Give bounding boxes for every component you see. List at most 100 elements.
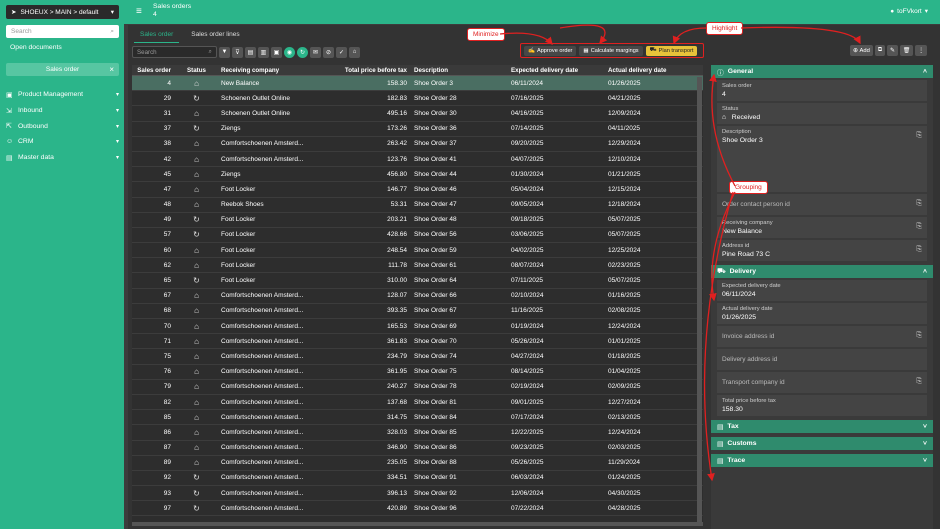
group-icon[interactable]: ◉ bbox=[284, 46, 295, 58]
add-button[interactable]: ⊕ Add bbox=[850, 45, 873, 56]
column-header[interactable]: Sales order bbox=[132, 67, 175, 74]
delivery-address-field[interactable]: Delivery address id bbox=[717, 349, 927, 370]
status-field[interactable]: Status ⌂ Received bbox=[717, 103, 927, 124]
delete-icon[interactable]: 🗑 bbox=[899, 45, 914, 56]
table-row[interactable]: 93 ↻ Comfortschoenen Amsterd... 396.13 Shoe … bbox=[132, 486, 703, 502]
table-row[interactable]: 70 ⌂ Comfortschoenen Amsterd... 165.53 Shoe … bbox=[132, 319, 703, 335]
table-row[interactable]: 79 ⌂ Comfortschoenen Amsterd... 240.27 Shoe … bbox=[132, 380, 703, 395]
table-cell: Shoe Order 59 bbox=[414, 246, 457, 254]
table-row[interactable]: 82 ⌂ Comfortschoenen Amsterd... 137.68 Shoe … bbox=[132, 395, 703, 411]
sales-order-field[interactable]: Sales order 4 bbox=[717, 80, 927, 101]
open-document-sales-order[interactable]: Sales order × bbox=[6, 63, 119, 76]
table-row[interactable]: 49 ↻ Foot Locker 203.21 Shoe Order 48 09/18/2… bbox=[132, 213, 703, 228]
table-row[interactable]: 62 ⌂ Foot Locker 111.78 Shoe Order 61 08/07/2… bbox=[132, 258, 703, 274]
total-price-field[interactable]: Total price before tax 158.30 bbox=[717, 395, 927, 416]
table-cell: 04/21/2025 bbox=[608, 94, 641, 102]
table-row[interactable]: 85 ⌂ Comfortschoenen Amsterd... 314.75 Shoe … bbox=[132, 410, 703, 426]
cancel-icon[interactable]: ⊘ bbox=[323, 46, 334, 58]
calculate-margins-button[interactable]: ▦ Calculate margings bbox=[579, 45, 643, 56]
table-cell: Shoe Order 70 bbox=[414, 337, 457, 345]
table-row[interactable]: 37 ↻ Ziengs 173.26 Shoe Order 36 07/14/2025 04… bbox=[132, 122, 703, 137]
table-row[interactable]: 60 ⌂ Foot Locker 248.54 Shoe Order 59 04/02/2… bbox=[132, 243, 703, 259]
table-cell: Foot Locker bbox=[221, 277, 256, 285]
edit-icon[interactable]: ✎ bbox=[886, 45, 898, 56]
sidebar-item-outbound[interactable]: ⇱ Outbound ▾ bbox=[6, 118, 119, 134]
tab-sales-order-lines[interactable]: Sales order lines bbox=[185, 29, 245, 43]
table-row[interactable]: 45 ⌂ Ziengs 456.80 Shoe Order 44 01/30/2024 01… bbox=[132, 167, 703, 183]
lookup-icon[interactable]: ⎘ bbox=[916, 378, 922, 386]
table-row[interactable]: 97 ↻ Comfortschoenen Amsterd... 420.89 Shoe … bbox=[132, 501, 703, 517]
order-contact-field[interactable]: Order contact person id ⎘ bbox=[717, 194, 927, 215]
general-section-header[interactable]: ⓘ General ˄ bbox=[711, 65, 933, 78]
table-row[interactable]: 48 ⌂ Reebok Shoes 53.31 Shoe Order 47 09/05/2… bbox=[132, 198, 703, 213]
table-row[interactable]: 75 ⌂ Comfortschoenen Amsterd... 234.79 Shoe … bbox=[132, 349, 703, 365]
transport-company-field[interactable]: Transport company id ⎘ bbox=[717, 372, 927, 393]
expected-delivery-field[interactable]: Expected delivery date 06/11/2024 bbox=[717, 280, 927, 301]
sidebar-item-crm[interactable]: ☺ CRM ▾ bbox=[6, 134, 119, 150]
table-row[interactable]: 89 ⌂ Comfortschoenen Amsterd... 235.05 Shoe … bbox=[132, 456, 703, 471]
user-menu[interactable]: ● toFVkort ▾ bbox=[890, 7, 928, 16]
sidebar-item-product-management[interactable]: ▣ Product Management ▾ bbox=[6, 87, 119, 103]
table-row[interactable]: 86 ⌂ Comfortschoenen Amsterd... 328.03 Shoe … bbox=[132, 425, 703, 441]
check-icon[interactable]: ✓ bbox=[336, 46, 347, 58]
column-header[interactable]: Status bbox=[175, 67, 218, 74]
approve-order-button[interactable]: ✍ Approve order bbox=[524, 45, 577, 56]
clear-filter-icon[interactable]: ⊽ bbox=[232, 46, 243, 58]
edit-text-icon[interactable]: ⎘ bbox=[916, 132, 922, 140]
copy-icon[interactable]: ⧉ bbox=[874, 45, 885, 56]
document-icon[interactable]: ▤ bbox=[245, 46, 256, 58]
table-row[interactable]: 71 ⌂ Comfortschoenen Amsterd... 361.83 Shoe … bbox=[132, 334, 703, 350]
actual-delivery-field[interactable]: Actual delivery date 01/26/2025 bbox=[717, 303, 927, 324]
table-row[interactable]: 68 ⌂ Comfortschoenen Amsterd... 393.35 Shoe … bbox=[132, 304, 703, 319]
sidebar-nav: ▣ Product Management ▾ ⇲ Inbound ▾ ⇱ Outbound ▾ ☺… bbox=[6, 87, 119, 165]
lookup-icon[interactable]: ⎘ bbox=[916, 200, 922, 208]
warehouse-icon: ⌂ bbox=[194, 184, 199, 194]
table-row[interactable]: 92 ↻ Comfortschoenen Amsterd... 334.51 Shoe … bbox=[132, 471, 703, 487]
sidebar-search-input[interactable]: Search ⌕ bbox=[6, 25, 119, 38]
plan-transport-button[interactable]: ⛟ Plan transport bbox=[645, 45, 698, 56]
horizontal-scrollbar[interactable] bbox=[132, 522, 703, 526]
column-header[interactable]: Actual delivery date bbox=[605, 67, 703, 74]
lookup-icon[interactable]: ⎘ bbox=[916, 246, 922, 254]
lock-icon[interactable]: ⌂ bbox=[349, 46, 360, 58]
filter-icon[interactable]: ▼ bbox=[219, 46, 230, 58]
table-row[interactable]: 4 ⌂ New Balance 158.30 Shoe Order 3 06/11/202… bbox=[132, 76, 703, 92]
table-row[interactable]: 76 ⌂ Comfortschoenen Amsterd... 361.95 Shoe … bbox=[132, 365, 703, 380]
table-row[interactable]: 47 ⌂ Foot Locker 146.77 Shoe Order 46 05/04/2… bbox=[132, 182, 703, 198]
receiving-company-field[interactable]: Receiving company New Balance ⎘ bbox=[717, 217, 927, 238]
columns-icon[interactable]: ▥ bbox=[258, 46, 269, 58]
column-header[interactable]: Description bbox=[411, 67, 508, 74]
workspace-selector[interactable]: ➤ SHOEUX > MAIN > default ▾ bbox=[6, 5, 119, 19]
table-row[interactable]: 31 ⌂ Schoenen Outlet Online 495.16 Shoe Orde… bbox=[132, 106, 703, 122]
lookup-icon[interactable]: ⎘ bbox=[916, 332, 922, 340]
lookup-icon[interactable]: ⎘ bbox=[916, 223, 922, 231]
table-row[interactable]: 38 ⌂ Comfortschoenen Amsterd... 263.42 Shoe … bbox=[132, 137, 703, 152]
column-header[interactable]: Expected delivery date bbox=[508, 67, 605, 74]
close-icon[interactable]: × bbox=[109, 65, 114, 74]
table-row[interactable]: 67 ⌂ Comfortschoenen Amsterd... 128.07 Shoe … bbox=[132, 289, 703, 304]
sidebar-item-master-data[interactable]: ▤ Master data ▾ bbox=[6, 150, 119, 166]
table-row[interactable]: 57 ↻ Foot Locker 428.66 Shoe Order 56 03/06/2… bbox=[132, 228, 703, 244]
column-header[interactable]: Total price before tax bbox=[315, 67, 411, 74]
trace-section-header[interactable]: ▤ Trace ˅ bbox=[711, 454, 933, 467]
vertical-scrollbar[interactable] bbox=[697, 77, 702, 522]
table-row[interactable]: 42 ⌂ Comfortschoenen Amsterd... 123.76 Shoe … bbox=[132, 152, 703, 168]
comment-icon[interactable]: ✉ bbox=[310, 46, 321, 58]
tab-sales-order[interactable]: Sales order bbox=[134, 29, 180, 43]
table-row[interactable]: 87 ⌂ Comfortschoenen Amsterd... 346.90 Shoe … bbox=[132, 441, 703, 456]
address-field[interactable]: Address id Pine Road 73 C ⎘ bbox=[717, 240, 927, 261]
table-cell: Shoe Order 30 bbox=[414, 109, 457, 117]
invoice-address-field[interactable]: Invoice address id ⎘ bbox=[717, 326, 927, 347]
save-view-icon[interactable]: ▣ bbox=[271, 46, 282, 58]
menu-icon[interactable]: ≡ bbox=[136, 6, 142, 17]
table-row[interactable]: 65 ↻ Foot Locker 310.00 Shoe Order 64 07/11/2… bbox=[132, 273, 703, 289]
column-header[interactable]: Receiving company bbox=[218, 67, 315, 74]
tax-section-header[interactable]: ▤ Tax ˅ bbox=[711, 420, 933, 433]
table-row[interactable]: 29 ↻ Schoenen Outlet Online 182.83 Shoe Orde… bbox=[132, 91, 703, 107]
customs-section-header[interactable]: ▤ Customs ˅ bbox=[711, 437, 933, 450]
sidebar-item-inbound[interactable]: ⇲ Inbound ▾ bbox=[6, 103, 119, 119]
grid-search-input[interactable]: Search ⌕ bbox=[132, 46, 217, 58]
refresh-icon[interactable]: ↻ bbox=[297, 46, 308, 58]
delivery-section-header[interactable]: ⛟ Delivery ˄ bbox=[711, 265, 933, 278]
more-icon[interactable]: ⋮ bbox=[915, 45, 927, 56]
